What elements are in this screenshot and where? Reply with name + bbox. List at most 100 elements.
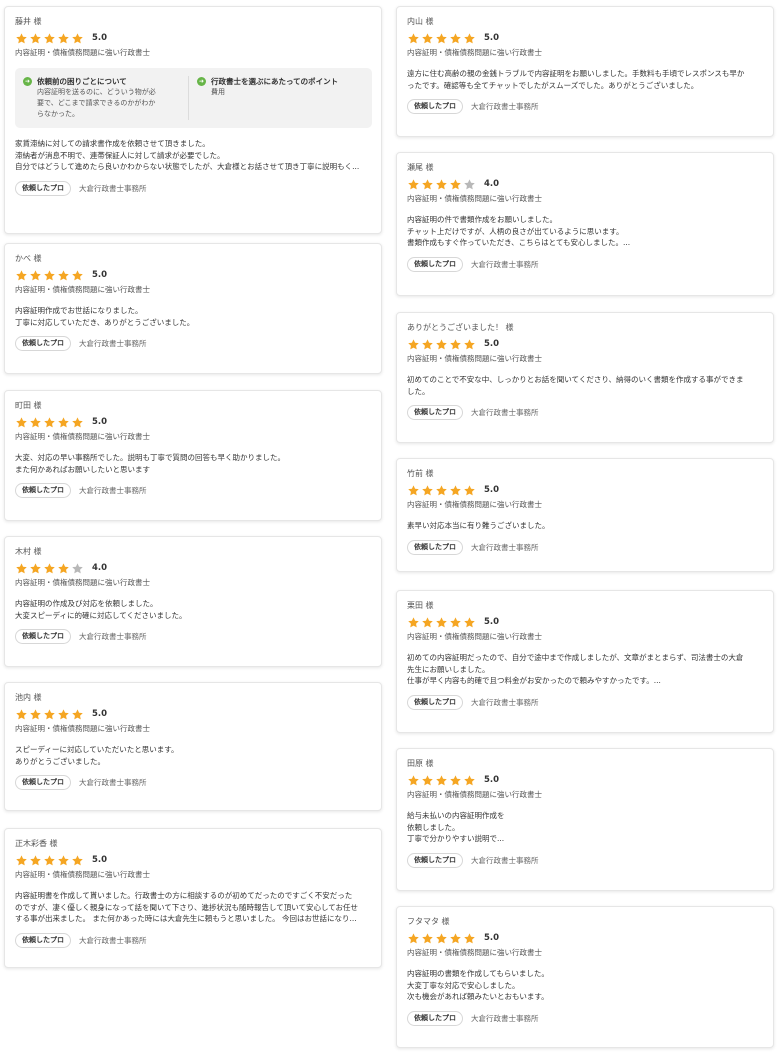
rating-score: 5.0 bbox=[92, 270, 108, 280]
office-name-link[interactable]: 大倉行政書士事務所 bbox=[471, 1013, 539, 1024]
review-text: 素早い対応本当に有り難うございました。 bbox=[407, 521, 550, 530]
office-name-link[interactable]: 大倉行政書士事務所 bbox=[79, 338, 147, 349]
star-icon bbox=[408, 32, 419, 43]
star-rating bbox=[15, 32, 84, 45]
reviewer-name: フタマタ 様 bbox=[407, 917, 450, 926]
star-rating bbox=[15, 708, 84, 721]
review-footer: 依頼したプロ 大倉行政書士事務所 bbox=[407, 99, 764, 114]
star-rating bbox=[407, 484, 476, 497]
review-text: 家賃滞納に対しての請求書作成を依頼させて頂きました。 滞納者が消息不明で、連帯保… bbox=[15, 139, 360, 171]
rating-row: 5.0 bbox=[15, 30, 372, 46]
star-icon bbox=[408, 338, 419, 349]
star-icon bbox=[44, 269, 55, 280]
reviewer-name: 田原 様 bbox=[407, 759, 434, 768]
office-name-link[interactable]: 大倉行政書士事務所 bbox=[471, 101, 539, 112]
reviewer-name: 正木彩香 様 bbox=[15, 839, 58, 848]
review-card: 竹前 様 5.0 内容証明・債権債務問題に強い行政書士 素早い対応本当に有り難うござい… bbox=[396, 458, 774, 572]
star-icon bbox=[44, 416, 55, 427]
qa-content: 行政書士を選ぶにあたってのポイント 費用 bbox=[211, 76, 338, 120]
qa-block: ➜ 行政書士を選ぶにあたってのポイント 費用 bbox=[188, 76, 362, 120]
pro-category: 内容証明・債権債務問題に強い行政書士 bbox=[15, 578, 150, 587]
star-rating bbox=[407, 32, 476, 45]
review-footer: 依頼したプロ 大倉行政書士事務所 bbox=[407, 694, 764, 710]
requested-pro-tag: 依頼したプロ bbox=[407, 852, 463, 868]
star-icon bbox=[408, 616, 419, 627]
rating-row: 5.0 bbox=[407, 482, 764, 498]
star-icon bbox=[16, 854, 27, 865]
star-icon bbox=[436, 774, 447, 785]
office-name-link[interactable]: 大倉行政書士事務所 bbox=[79, 777, 147, 788]
star-icon bbox=[72, 32, 83, 43]
star-icon bbox=[72, 416, 83, 427]
star-icon bbox=[464, 932, 475, 943]
rating-score: 5.0 bbox=[484, 775, 500, 785]
star-icon bbox=[422, 178, 433, 189]
qa-block: ➜ 依頼前の困りごとについて 内容証明を送るのに、どういう物が必 要で、どこまで請求… bbox=[23, 76, 188, 120]
star-icon bbox=[30, 854, 41, 865]
star-icon bbox=[16, 269, 27, 280]
review-card: 内山 様 5.0 内容証明・債権債務問題に強い行政書士 遠方に住む高齢の親の金銭トラブ… bbox=[396, 6, 774, 137]
review-card: 池内 様 5.0 内容証明・債権債務問題に強い行政書士 スピーディーに対応していただい… bbox=[4, 682, 382, 811]
star-icon bbox=[422, 484, 433, 495]
qa-text: 費用 bbox=[211, 88, 225, 96]
reviewer-name: 木村 様 bbox=[15, 547, 42, 556]
rating-score: 5.0 bbox=[92, 709, 108, 719]
star-icon bbox=[450, 484, 461, 495]
pro-category: 内容証明・債権債務問題に強い行政書士 bbox=[407, 354, 542, 363]
review-footer: 依頼したプロ 大倉行政書士事務所 bbox=[15, 629, 372, 644]
office-name-link[interactable]: 大倉行政書士事務所 bbox=[79, 485, 147, 496]
review-text: 給与未払いの内容証明作成を 依頼しました。 丁寧で分かりやすい説明で... bbox=[407, 811, 505, 843]
review-text: スピーディーに対応していただいたと思います。 ありがとうございました。 bbox=[15, 745, 179, 766]
rating-row: 5.0 bbox=[15, 414, 372, 430]
office-name-link[interactable]: 大倉行政書士事務所 bbox=[471, 542, 539, 553]
review-footer: 依頼したプロ 大倉行政書士事務所 bbox=[15, 180, 372, 196]
office-name-link[interactable]: 大倉行政書士事務所 bbox=[79, 935, 147, 946]
star-icon bbox=[30, 32, 41, 43]
review-text: 内容証明書を作成して貰いました。行政書士の方に相談するのが初めてだったのですごく… bbox=[15, 891, 359, 923]
rating-row: 5.0 bbox=[407, 336, 764, 352]
rating-row: 5.0 bbox=[15, 267, 372, 283]
qa-title: 行政書士を選ぶにあたってのポイント bbox=[211, 77, 339, 86]
pro-category: 内容証明・債権債務問題に強い行政書士 bbox=[407, 194, 542, 203]
requested-pro-tag: 依頼したプロ bbox=[407, 694, 463, 710]
star-icon bbox=[44, 708, 55, 719]
star-icon bbox=[16, 562, 27, 573]
star-icon bbox=[408, 484, 419, 495]
review-card: ありがとうございました！ 様 5.0 内容証明・債権債務問題に強い行政書士 初めてのこ… bbox=[396, 312, 774, 443]
pro-category: 内容証明・債権債務問題に強い行政書士 bbox=[407, 948, 542, 957]
star-icon bbox=[16, 32, 27, 43]
review-footer: 依頼したプロ 大倉行政書士事務所 bbox=[15, 932, 372, 948]
office-name-link[interactable]: 大倉行政書士事務所 bbox=[471, 407, 539, 418]
star-icon bbox=[58, 416, 69, 427]
review-text: 初めての内容証明だったので、自分で途中まで作成しましたが、文章がまとまらず、司法… bbox=[407, 653, 744, 685]
office-name-link[interactable]: 大倉行政書士事務所 bbox=[79, 631, 147, 642]
star-icon bbox=[44, 32, 55, 43]
star-icon bbox=[422, 32, 433, 43]
requested-pro-tag: 依頼したプロ bbox=[15, 775, 71, 790]
star-icon bbox=[30, 562, 41, 573]
rating-row: 5.0 bbox=[15, 852, 372, 868]
star-rating bbox=[15, 562, 84, 575]
review-footer: 依頼したプロ 大倉行政書士事務所 bbox=[407, 405, 764, 420]
pro-category: 内容証明・債権債務問題に強い行政書士 bbox=[407, 632, 542, 641]
review-text: 内容証明の作成及び対応を依頼しました。 大変スピーディに的確に対応してくださいま… bbox=[15, 599, 187, 620]
star-icon bbox=[422, 932, 433, 943]
rating-row: 4.0 bbox=[407, 176, 764, 192]
star-icon bbox=[44, 562, 55, 573]
review-card: フタマタ 様 5.0 内容証明・債権債務問題に強い行政書士 内容証明の書類を作成しても… bbox=[396, 906, 774, 1048]
review-card: 藤井 様 5.0 内容証明・債権債務問題に強い行政書士 ➜ 依頼前の困りごとについて 内容… bbox=[4, 6, 382, 234]
star-icon bbox=[450, 338, 461, 349]
rating-score: 5.0 bbox=[92, 33, 108, 43]
office-name-link[interactable]: 大倉行政書士事務所 bbox=[471, 855, 539, 866]
star-icon bbox=[58, 854, 69, 865]
reviewer-name: かべ 様 bbox=[15, 254, 42, 263]
review-footer: 依頼したプロ 大倉行政書士事務所 bbox=[407, 539, 764, 555]
star-rating bbox=[407, 338, 476, 351]
office-name-link[interactable]: 大倉行政書士事務所 bbox=[471, 697, 539, 708]
rating-score: 5.0 bbox=[484, 33, 500, 43]
office-name-link[interactable]: 大倉行政書士事務所 bbox=[471, 259, 539, 270]
review-footer: 依頼したプロ 大倉行政書士事務所 bbox=[407, 852, 764, 868]
office-name-link[interactable]: 大倉行政書士事務所 bbox=[79, 183, 147, 194]
qa-content: 依頼前の困りごとについて 内容証明を送るのに、どういう物が必 要で、どこまで請求で… bbox=[37, 76, 156, 120]
requested-pro-tag: 依頼したプロ bbox=[15, 629, 71, 644]
